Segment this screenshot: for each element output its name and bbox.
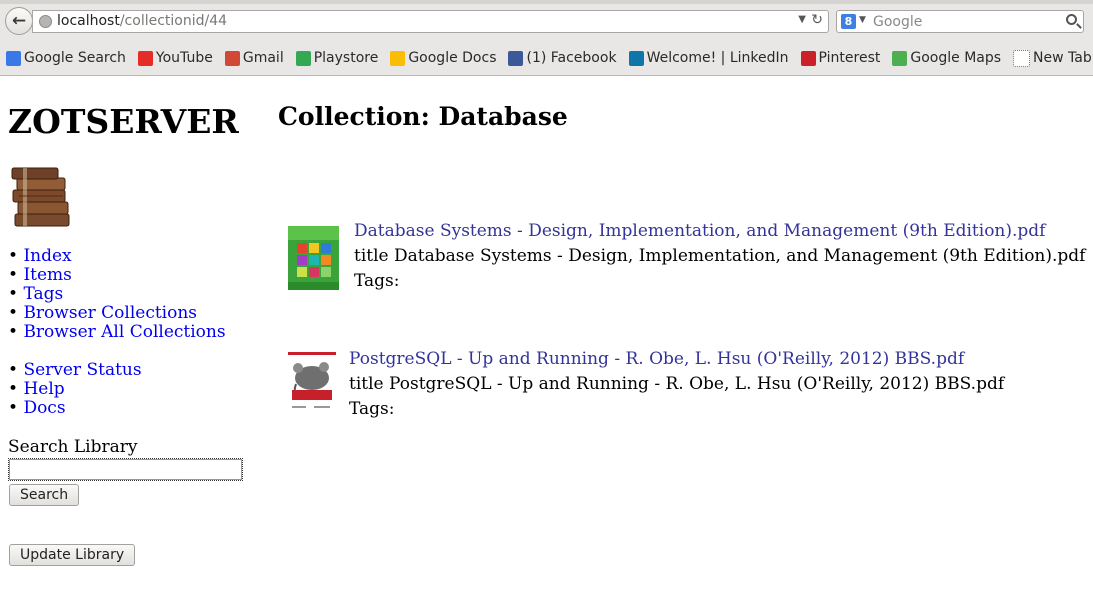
globe-icon	[39, 15, 52, 28]
google-drive-icon	[390, 50, 406, 66]
nav-link-index[interactable]: Index	[23, 246, 71, 266]
nav-item-items: • Items	[8, 265, 72, 285]
new-tab-icon	[1013, 49, 1031, 67]
google-maps-icon	[892, 50, 908, 66]
web-search-placeholder: Google	[873, 14, 923, 30]
books-logo-icon	[11, 167, 70, 227]
bookmark-item[interactable]: Gmail	[224, 50, 284, 66]
database-systems-cover-thumbnail[interactable]	[288, 226, 339, 290]
nav-item-index: • Index	[8, 246, 72, 266]
nav-item-help: • Help	[8, 379, 65, 399]
bookmark-item[interactable]: Google Search	[6, 50, 126, 66]
url-host: localhost	[57, 13, 120, 29]
item-tags: Tags:	[349, 399, 395, 419]
bookmark-item[interactable]: New Tab	[1013, 49, 1092, 67]
back-button[interactable]: ←	[5, 7, 33, 35]
page-content: ZOTSERVER • Index • Items • Tags • Brows…	[0, 76, 1093, 592]
bookmark-label: Pinterest	[818, 50, 881, 66]
item-tags: Tags:	[354, 271, 400, 291]
bookmark-item[interactable]: Pinterest	[800, 50, 881, 66]
url-path: /collectionid/44	[119, 13, 228, 29]
search-button[interactable]: Search	[9, 484, 80, 506]
web-search-box[interactable]: 8 ▼ Google	[836, 10, 1084, 33]
nav-item-browser-all-collections: • Browser All Collections	[8, 322, 226, 342]
nav-link-tags[interactable]: Tags	[23, 284, 63, 304]
nav-link-help[interactable]: Help	[23, 379, 64, 399]
bookmark-label: Welcome! | LinkedIn	[646, 50, 789, 66]
collection-item: Database Systems - Design, Implementatio…	[354, 219, 1085, 294]
bookmark-item[interactable]: Google Docs	[390, 50, 496, 66]
update-library-button[interactable]: Update Library	[9, 544, 136, 566]
url-text: localhost/collectionid/44	[57, 13, 227, 29]
bookmark-item[interactable]: Google Maps	[892, 50, 1001, 66]
bookmark-label: Google Search	[24, 50, 126, 66]
nav-link-browser-all-collections[interactable]: Browser All Collections	[23, 322, 225, 342]
postgresql-cover-thumbnail[interactable]	[288, 352, 336, 416]
engine-dropdown-icon[interactable]: ▼	[859, 15, 866, 25]
nav-item-server-status: • Server Status	[8, 360, 142, 380]
chevron-down-icon[interactable]: ▼	[798, 14, 806, 25]
bookmark-item[interactable]: Playstore	[295, 50, 379, 66]
bookmark-item[interactable]: Welcome! | LinkedIn	[628, 50, 789, 66]
bookmark-label: New Tab	[1033, 50, 1092, 66]
nav-item-tags: • Tags	[8, 284, 64, 304]
bookmark-label: Gmail	[242, 50, 284, 66]
bookmark-label: (1) Facebook	[526, 50, 617, 66]
sidebar-nav: • Index • Items • Tags • Browser Collect…	[8, 247, 226, 418]
bookmark-label: Playstore	[313, 50, 379, 66]
item-link[interactable]: Database Systems - Design, Implementatio…	[354, 221, 1045, 241]
collection-item: PostgreSQL - Up and Running - R. Obe, L.…	[349, 347, 1004, 422]
bookmark-label: Google Docs	[408, 50, 497, 66]
item-title: title PostgreSQL - Up and Running - R. O…	[349, 374, 1005, 394]
back-arrow-icon: ←	[11, 11, 27, 31]
google-engine-icon[interactable]: 8	[841, 14, 856, 29]
magnifier-icon[interactable]	[1066, 14, 1077, 25]
nav-item-browser-collections: • Browser Collections	[8, 303, 198, 323]
nav-link-browser-collections[interactable]: Browser Collections	[23, 303, 197, 323]
playstore-icon	[295, 50, 311, 66]
site-title: ZOTSERVER	[8, 102, 239, 141]
reload-icon[interactable]: ↻	[811, 12, 823, 28]
item-link[interactable]: PostgreSQL - Up and Running - R. Obe, L.…	[349, 349, 964, 369]
linkedin-icon	[628, 50, 644, 66]
tab-strip	[0, 0, 1093, 4]
address-bar[interactable]: localhost/collectionid/44 ▼ ↻	[32, 10, 829, 33]
search-library-input[interactable]	[8, 458, 243, 481]
item-title: title Database Systems - Design, Impleme…	[354, 246, 1086, 266]
bookmark-item[interactable]: (1) Facebook	[508, 50, 617, 66]
nav-link-docs[interactable]: Docs	[23, 398, 65, 418]
nav-link-items[interactable]: Items	[23, 265, 71, 285]
bookmark-label: Google Maps	[910, 50, 1002, 66]
nav-item-docs: • Docs	[8, 398, 66, 418]
pinterest-icon	[800, 50, 816, 66]
google-search-icon	[6, 50, 21, 66]
search-library-label: Search Library	[8, 437, 138, 457]
youtube-icon	[137, 50, 153, 66]
collection-heading: Collection: Database	[278, 102, 568, 131]
bookmark-label: YouTube	[155, 50, 213, 66]
gmail-icon	[224, 50, 240, 66]
browser-toolbar: ← localhost/collectionid/44 ▼ ↻ 8 ▼ Goog…	[0, 0, 1093, 76]
facebook-icon	[508, 50, 524, 66]
bookmark-item[interactable]: YouTube	[137, 50, 213, 66]
bookmarks-bar: Google Search YouTube Gmail Playstore Google…	[0, 47, 1093, 69]
nav-link-server-status[interactable]: Server Status	[23, 360, 141, 380]
